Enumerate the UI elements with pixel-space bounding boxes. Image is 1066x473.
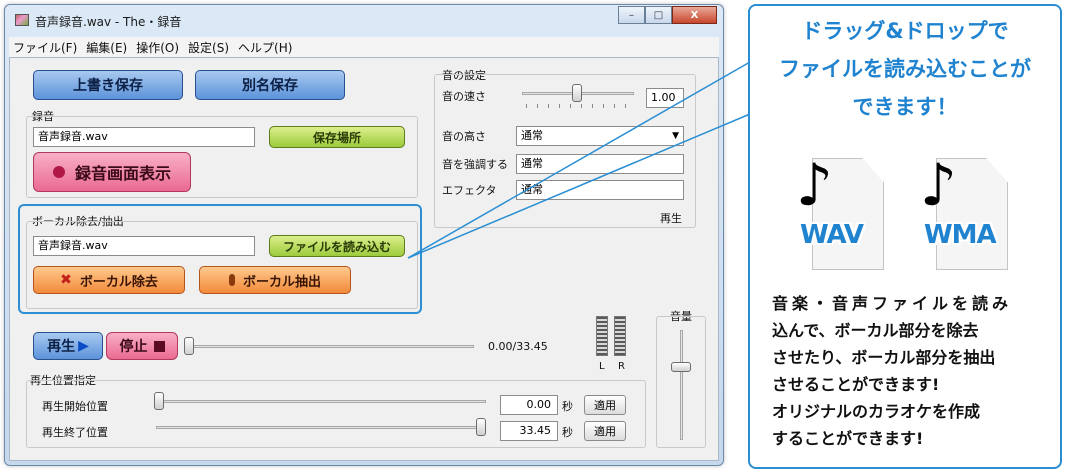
emphasis-label: 音を強調する [442,158,508,171]
wma-file-icon: ♪ WMA [918,154,1010,274]
callout-body-line-5: オリジナルのカラオケを作成 [772,402,981,421]
callout-body-line-6: することができます! [772,429,924,448]
record-filename-field[interactable]: 音声録音.wav [33,127,255,147]
stop-icon [153,340,165,352]
callout-body-line-2: 込んで、ボーカル部分を除去 [772,321,979,340]
meter-left [596,316,608,356]
playback-time: 0.00/33.45 [488,340,548,353]
menu-edit[interactable]: 編集(E) [86,39,127,56]
load-file-button[interactable]: ファイルを読み込む [269,235,405,257]
wav-file-icon: ♪ WAV [794,154,886,274]
stop-label: 停止 [119,339,148,355]
callout-headline-line-1: ドラッグ&ドロップで [801,19,1009,43]
callout-description: 音楽・音声ファイルを読み 込んで、ボーカル部分を除去 させたり、ボーカル部分を抽… [772,290,1052,452]
vocal-filename-field[interactable]: 音声録音.wav [33,236,255,256]
partial-play-text: 再生 [660,212,682,225]
speed-label: 音の速さ [442,90,486,103]
client-area: 上書き保存 別名保存 録音 音声録音.wav 保存場所 録音画面表示 ボーカル除… [9,57,719,461]
end-position-field[interactable]: 33.45 [500,421,558,441]
wma-format-label: WMA [924,220,997,250]
vocal-remove-icon: ✖ [60,272,72,288]
record-dot-icon [52,166,65,178]
callout-headline: ドラッグ&ドロップで ファイルを読み込むことが できます！ [750,6,1060,146]
callout-headline-line-2: ファイルを読み込むことが [779,57,1031,81]
end-position-label: 再生終了位置 [42,426,108,439]
speed-slider-thumb[interactable] [572,84,582,102]
meter-right-label: R [618,361,625,372]
save-as-button[interactable]: 別名保存 [195,70,345,100]
vocal-extract-button[interactable]: ボーカル抽出 [199,266,351,294]
menu-help[interactable]: ヘルプ(H) [238,39,292,56]
menu-settings[interactable]: 設定(S) [188,39,229,56]
effect-label: エフェクタ [442,184,497,197]
app-window: 音声録音.wav - The・録音 – □ X ファイル(F) 編集(E) 操作… [4,4,724,466]
end-position-track[interactable] [156,426,486,429]
playback-seek-thumb[interactable] [184,337,194,355]
save-location-button[interactable]: 保存場所 [269,126,405,148]
music-note-icon: ♪ [796,151,834,219]
start-unit: 秒 [562,400,573,413]
start-position-label: 再生開始位置 [42,400,108,413]
callout-body-line-4: させることができます! [772,375,940,394]
play-button[interactable]: 再生 ▶ [33,332,103,360]
start-position-track[interactable] [156,400,486,403]
chevron-down-icon: ▼ [672,131,679,141]
title-bar[interactable]: 音声録音.wav - The・録音 – □ X [5,5,723,35]
play-label: 再生 [47,339,76,355]
end-position-thumb[interactable] [476,418,486,436]
end-unit: 秒 [562,426,573,439]
callout-body-line-3: させたり、ボーカル部分を抽出 [772,348,996,367]
wav-format-label: WAV [800,220,864,250]
effect-select-value: 通常 [521,183,543,196]
start-position-field[interactable]: 0.00 [500,395,558,415]
volume-slider-track[interactable] [680,330,683,440]
callout-body-line-1: 音楽・音声ファイルを読み [772,294,1013,313]
app-icon [15,14,29,26]
pitch-label: 音の高さ [442,130,486,143]
meter-right [614,316,626,356]
drag-drop-callout: ドラッグ&ドロップで ファイルを読み込むことが できます！ ♪ WAV ♪ WM… [748,4,1062,469]
speed-slider-ticks [526,104,634,108]
overwrite-save-button[interactable]: 上書き保存 [33,70,183,100]
start-apply-button[interactable]: 適用 [584,395,626,415]
playback-seek-track[interactable] [188,345,474,348]
meter-left-label: L [599,361,605,372]
emphasis-select[interactable]: 通常 [516,154,684,174]
end-apply-button[interactable]: 適用 [584,421,626,441]
emphasis-select-value: 通常 [521,157,543,170]
vocal-remove-label: ボーカル除去 [79,274,158,290]
pitch-select-value: 通常 [521,129,543,142]
close-button[interactable]: X [672,6,717,24]
pitch-select[interactable]: 通常 ▼ [516,126,684,146]
callout-headline-line-3: できます！ [852,95,958,119]
start-position-thumb[interactable] [154,392,164,410]
effect-select[interactable]: 通常 [516,180,684,200]
minimize-button[interactable]: – [618,6,645,24]
vocal-remove-button[interactable]: ✖ ボーカル除去 [33,266,185,294]
play-icon: ▶ [78,338,89,354]
vocal-extract-label: ボーカル抽出 [242,274,321,290]
maximize-button[interactable]: □ [645,6,672,24]
microphone-icon [228,274,235,286]
speed-value-field[interactable]: 1.00 [646,88,684,108]
window-title: 音声録音.wav - The・録音 [35,15,182,29]
menu-file[interactable]: ファイル(F) [13,39,77,56]
stop-button[interactable]: 停止 [106,332,178,360]
volume-slider-thumb[interactable] [671,362,691,372]
menu-operation[interactable]: 操作(O) [136,39,179,56]
menu-bar: ファイル(F) 編集(E) 操作(O) 設定(S) ヘルプ(H) [9,37,719,57]
window-controls: – □ X [618,6,717,24]
show-record-screen-button[interactable]: 録音画面表示 [33,152,191,192]
music-note-icon: ♪ [920,151,958,219]
show-record-screen-label: 録音画面表示 [74,164,171,183]
